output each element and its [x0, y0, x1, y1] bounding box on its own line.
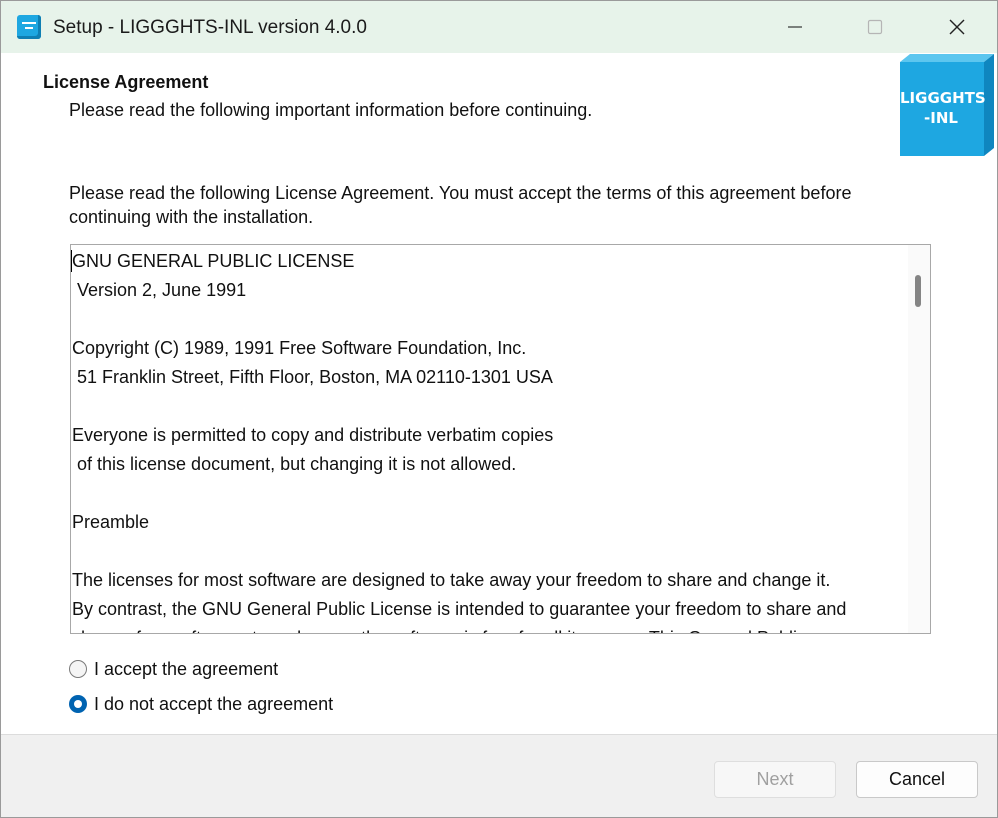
license-line: Copyright (C) 1989, 1991 Free Software F…	[72, 338, 527, 358]
logo-text: LIGGGHTS -INL	[900, 89, 986, 127]
close-button[interactable]	[917, 1, 997, 53]
license-line	[72, 392, 902, 421]
license-line: GNU GENERAL PUBLIC LICENSE	[72, 251, 355, 271]
license-line: of this license document, but changing i…	[72, 454, 517, 474]
title-bar[interactable]: Setup - LIGGGHTS-INL version 4.0.0	[1, 1, 997, 53]
scrollbar-thumb[interactable]	[915, 275, 921, 307]
cancel-button[interactable]: Cancel	[856, 761, 978, 798]
license-line: The licenses for most software are desig…	[72, 570, 831, 590]
license-line: 51 Franklin Street, Fifth Floor, Boston,…	[72, 367, 553, 387]
license-line	[72, 479, 902, 508]
app-icon	[17, 15, 41, 39]
window-title: Setup - LIGGGHTS-INL version 4.0.0	[53, 17, 367, 38]
license-scrollbar[interactable]	[908, 245, 930, 633]
license-text-box[interactable]: GNU GENERAL PUBLIC LICENSE Version 2, Ju…	[70, 244, 931, 634]
decline-option[interactable]: I do not accept the agreement	[69, 692, 333, 716]
license-instructions: Please read the following License Agreem…	[69, 183, 852, 227]
close-icon	[949, 19, 965, 35]
accept-option[interactable]: I accept the agreement	[69, 657, 278, 681]
license-text: GNU GENERAL PUBLIC LICENSE Version 2, Ju…	[72, 247, 902, 633]
license-line	[72, 305, 902, 334]
minimize-button[interactable]	[755, 1, 835, 53]
minimize-icon	[788, 26, 802, 28]
button-bar: Next Cancel	[1, 734, 997, 817]
accept-label[interactable]: I accept the agreement	[94, 659, 278, 680]
next-button[interactable]: Next	[714, 761, 836, 798]
license-line: Version 2, June 1991	[72, 280, 247, 300]
license-line: Everyone is permitted to copy and distri…	[72, 425, 554, 445]
maximize-icon	[867, 19, 883, 35]
page-subtitle: Please read the following important info…	[69, 100, 593, 120]
decline-radio[interactable]	[69, 695, 87, 713]
maximize-button[interactable]	[835, 1, 915, 53]
page-title: License Agreement	[43, 72, 209, 92]
license-line	[72, 537, 902, 566]
setup-window: Setup - LIGGGHTS-INL version 4.0.0 Licen…	[0, 0, 998, 818]
license-line: By contrast, the GNU General Public Lice…	[72, 599, 847, 619]
license-line: Preamble	[72, 512, 150, 532]
product-logo: LIGGGHTS -INL	[900, 54, 994, 156]
license-line: change free software--to make sure the s…	[72, 624, 902, 633]
decline-label[interactable]: I do not accept the agreement	[94, 694, 333, 715]
accept-radio[interactable]	[69, 660, 87, 678]
